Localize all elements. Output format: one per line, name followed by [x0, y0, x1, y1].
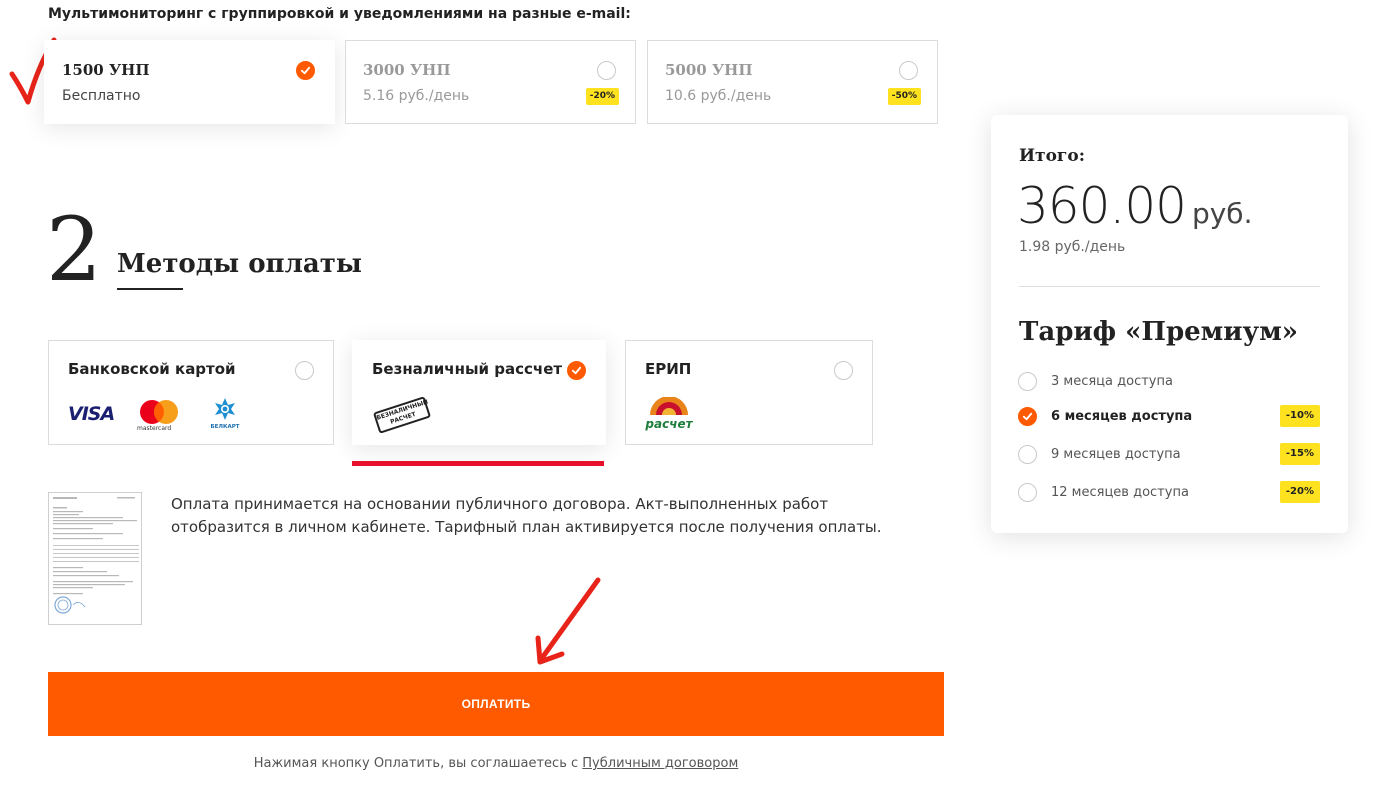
payment-radio[interactable] — [295, 361, 314, 380]
agreement-note: Нажимая кнопку Оплатить, вы соглашаетесь… — [48, 756, 944, 771]
arrow-annotation-icon — [535, 577, 601, 665]
belkart-label: БЕЛКАРТ — [210, 424, 239, 430]
check-icon — [300, 66, 311, 75]
total-amount: 360.00 — [1017, 177, 1187, 235]
plan-radio[interactable] — [899, 61, 918, 80]
duration-radio[interactable] — [1018, 445, 1037, 464]
visa-logo-icon: VISA — [68, 403, 115, 425]
public-contract-link[interactable]: Публичным договором — [582, 756, 738, 771]
payment-method-name: Банковской картой — [68, 360, 236, 378]
selected-method-underline — [352, 461, 604, 466]
total-currency: руб. — [1191, 197, 1253, 230]
plan-price: 10.6 руб./день — [665, 88, 772, 104]
duration-radio[interactable] — [1018, 483, 1037, 502]
payment-method-card[interactable]: Банковской картой VISA mastercard БЕЛКАР… — [48, 340, 334, 445]
payment-method-card[interactable]: ЕРИП расчет — [625, 340, 873, 445]
duration-option[interactable]: 12 месяцев доступа -20% — [1018, 480, 1320, 506]
payment-method-card[interactable]: Безналичный рассчет БЕЗНАЛИЧНЫЙ РАСЧЕТ — [352, 340, 606, 445]
cashless-stamp-icon: БЕЗНАЛИЧНЫЙ РАСЧЕТ — [372, 396, 432, 434]
discount-badge: -15% — [1279, 443, 1320, 465]
duration-label: 9 месяцев доступа — [1051, 447, 1181, 462]
agreement-text: Нажимая кнопку Оплатить, вы соглашаетесь… — [253, 756, 583, 771]
plan-name: 3000 УНП — [363, 61, 451, 79]
payment-radio[interactable] — [834, 361, 853, 380]
duration-label: 6 месяцев доступа — [1051, 409, 1193, 424]
plan-card-3000[interactable]: 3000 УНП 5.16 руб./день -20% — [345, 40, 636, 124]
erip-logo-icon: расчет — [645, 397, 693, 431]
plan-radio[interactable] — [597, 61, 616, 80]
total-label: Итого: — [1019, 146, 1085, 166]
check-icon — [571, 366, 582, 375]
section-title: Методы оплаты — [117, 249, 362, 279]
discount-badge: -50% — [887, 88, 921, 105]
discount-badge: -20% — [1279, 481, 1320, 503]
plan-price: Бесплатно — [62, 88, 141, 104]
plan-radio-checked[interactable] — [296, 61, 315, 80]
belkart-logo-icon: БЕЛКАРТ — [210, 398, 240, 430]
payment-radio-checked[interactable] — [567, 361, 586, 380]
payment-info-text: Оплата принимается на основании публично… — [171, 495, 882, 536]
duration-radio[interactable] — [1018, 372, 1037, 391]
plan-card-1500[interactable]: 1500 УНП Бесплатно — [44, 40, 335, 124]
mastercard-label: mastercard — [137, 425, 172, 432]
order-summary-panel: Итого: 360.00 руб. 1.98 руб./день Тариф «… — [991, 115, 1348, 533]
check-icon — [1022, 412, 1033, 421]
total-price: 360.00 руб. — [1017, 177, 1252, 235]
duration-option[interactable]: 3 месяца доступа — [1018, 369, 1320, 395]
duration-label: 12 месяцев доступа — [1051, 485, 1189, 500]
contract-document-thumbnail[interactable] — [48, 492, 142, 625]
duration-option[interactable]: 6 месяцев доступа -10% — [1018, 404, 1320, 430]
price-per-day: 1.98 руб./день — [1019, 239, 1126, 255]
erip-logo-text: расчет — [645, 417, 693, 431]
plan-name: 5000 УНП — [665, 61, 753, 79]
duration-radio-checked[interactable] — [1018, 407, 1037, 426]
step-number: 2 — [46, 198, 102, 301]
payment-method-name: ЕРИП — [645, 360, 692, 378]
discount-badge: -20% — [585, 88, 619, 105]
discount-badge: -10% — [1279, 405, 1320, 427]
payment-method-name: Безналичный рассчет — [372, 360, 563, 378]
duration-label: 3 месяца доступа — [1051, 374, 1173, 389]
plan-card-5000[interactable]: 5000 УНП 10.6 руб./день -50% — [647, 40, 938, 124]
title-underline — [117, 288, 183, 290]
multimonitoring-title: Мультимониторинг с группировкой и уведом… — [48, 6, 631, 22]
duration-option[interactable]: 9 месяцев доступа -15% — [1018, 442, 1320, 468]
plan-name: 1500 УНП — [62, 61, 150, 79]
divider — [1019, 286, 1320, 287]
pay-button[interactable]: ОПЛАТИТЬ — [48, 672, 944, 736]
plan-price: 5.16 руб./день — [363, 88, 470, 104]
tariff-title: Тариф «Премиум» — [1019, 317, 1299, 347]
document-preview-icon — [53, 497, 139, 614]
